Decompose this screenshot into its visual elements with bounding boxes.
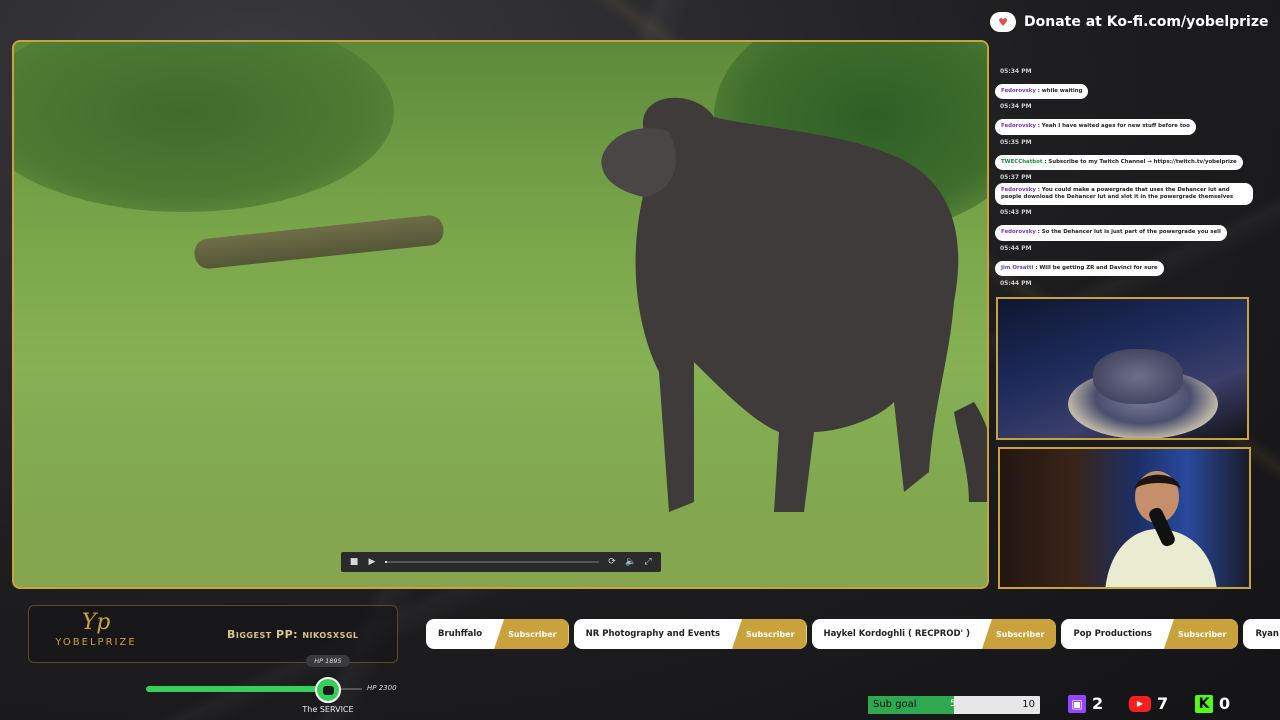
chat-username: Fedorovsky (1001, 186, 1036, 193)
chat-time: 05:34 PM (1000, 68, 1032, 75)
play-icon[interactable]: ▶ (367, 557, 377, 567)
kick-count: 0 (1219, 694, 1231, 713)
sub-goal-bar: Sub goal 5 10 (868, 696, 1040, 714)
chat-text: Yeah I have waited ages for new stuff be… (1041, 123, 1190, 130)
chat-username: Fedorovsky (1001, 229, 1036, 236)
youtube-count: 7 (1157, 694, 1169, 713)
youtube-icon: ▶ (1129, 695, 1151, 712)
chat-username: Jim Orsatti (1001, 264, 1034, 271)
subscriber-pill: NR Photography and Events Subscriber (573, 619, 807, 649)
chat-text: Subscribe to my Twitch Channel → https:/… (1048, 158, 1237, 165)
hp-boss-name: The SERVICE (302, 705, 354, 714)
subscriber-name: NR Photography and Events (585, 629, 721, 639)
fullscreen-icon[interactable]: ⤢ (643, 557, 653, 567)
kofi-cup-icon: ♥ (990, 12, 1016, 32)
subscriber-pill: Haykel Kordoghli ( RECPROD' ) Subscriber (811, 619, 1057, 649)
kick-icon: K (1195, 694, 1213, 713)
hp-current-label: HP 1895 (306, 655, 350, 667)
stream-overlay: ■ ▶ ⟳ 🔈 ⤢ ♥ Donate at Ko-fi.com/yobelpri… (0, 0, 1280, 720)
chat-time: 05:37 PM (1000, 173, 1032, 181)
hp-max-label: HP 2300 (367, 684, 397, 692)
chat-panel: 05:34 PM Fedorovsky : while waiting 05:3… (995, 66, 1257, 296)
video-player-controls[interactable]: ■ ▶ ⟳ 🔈 ⤢ (341, 552, 661, 572)
chat-username: TWECChatbot (1001, 158, 1043, 165)
loop-icon[interactable]: ⟳ (607, 557, 617, 567)
donate-banner[interactable]: ♥ Donate at Ko-fi.com/yobelprize (990, 12, 1269, 32)
chat-message: 05:43 PM Fedorovsky : So the Dehancer lu… (995, 209, 1257, 242)
donate-text: Donate at Ko-fi.com/yobelprize (1024, 14, 1269, 30)
chat-time: 05:44 PM (1000, 244, 1032, 252)
subscriber-name: Bruhffalo (438, 629, 483, 639)
subscriber-tag: Subscriber (981, 619, 1057, 649)
subscriber-tag: Subscriber (732, 619, 807, 649)
chat-message: 05:34 PM Fedorovsky : while waiting (995, 68, 1257, 101)
chat-time: 05:43 PM (1000, 209, 1032, 217)
chat-text: while waiting (1041, 88, 1083, 94)
chat-text: You could make a powergrade that uses th… (1001, 186, 1234, 201)
chat-time: 05:44 PM (1000, 280, 1032, 288)
twitch-icon: ▣ (1068, 694, 1086, 713)
sub-goal-max: 10 (1022, 699, 1035, 710)
subscriber-tag: Subscriber (1163, 619, 1239, 649)
twitch-counter: ▣ 2 (1068, 694, 1103, 713)
chat-message: 05:34 PM Fedorovsky : Yeah I have waited… (995, 103, 1257, 136)
chat-message: 05:37 PM Fedorovsky : You could make a p… (995, 174, 1257, 208)
yobelprize-logo: Yp YOBELPRIZE (55, 610, 137, 649)
chat-text: So the Dehancer lut is just part of the … (1041, 229, 1221, 236)
subscriber-pill: Ryan Priest (1243, 619, 1280, 649)
cat-cam (996, 297, 1249, 440)
biggest-pp-label: Biggest PP: nikosxsgl (227, 628, 359, 641)
chat-message: 05:44 PM Jim Orsatti : Will be getting Z… (995, 245, 1257, 278)
subscriber-tag: Subscriber (494, 619, 569, 649)
seek-track[interactable] (385, 561, 599, 563)
subscriber-ticker: Bruhffalo Subscriber NR Photography and … (426, 619, 1280, 649)
chat-time: 05:34 PM (1000, 103, 1032, 111)
chat-text: Will be getting ZR and Davinci for sure (1039, 264, 1158, 271)
youtube-counter: ▶ 7 (1129, 694, 1168, 713)
sub-goal-current: 5 (950, 699, 956, 709)
kick-counter: K 0 (1195, 694, 1230, 713)
cat (1093, 349, 1183, 404)
twitch-count: 2 (1092, 694, 1104, 713)
bush (14, 42, 394, 212)
subscriber-name: Ryan Priest (1255, 629, 1280, 639)
subscriber-pill: Bruhffalo Subscriber (426, 619, 569, 649)
streamer-cam (998, 447, 1251, 589)
chat-username: Fedorovsky (1001, 123, 1036, 130)
fallen-log (193, 214, 445, 270)
subscriber-name: Haykel Kordoghli ( RECPROD' ) (823, 629, 970, 639)
chat-username: Fedorovsky (1001, 88, 1036, 94)
subscriber-pill: Pop Productions Subscriber (1061, 619, 1239, 649)
sub-goal-label: Sub goal (873, 699, 917, 710)
chat-time: 05:35 PM (1000, 138, 1032, 146)
main-video-frame[interactable]: ■ ▶ ⟳ 🔈 ⤢ (12, 40, 989, 589)
subscriber-name: Pop Productions (1073, 629, 1152, 639)
chat-message: 05:35 PM TWECChatbot : Subscribe to my T… (995, 139, 1257, 172)
chimpanzee (601, 97, 987, 512)
hp-bar-fill (146, 686, 322, 692)
streamer (1105, 471, 1217, 587)
discord-icon (315, 677, 341, 703)
volume-icon[interactable]: 🔈 (625, 557, 636, 567)
stop-icon[interactable]: ■ (349, 557, 359, 567)
